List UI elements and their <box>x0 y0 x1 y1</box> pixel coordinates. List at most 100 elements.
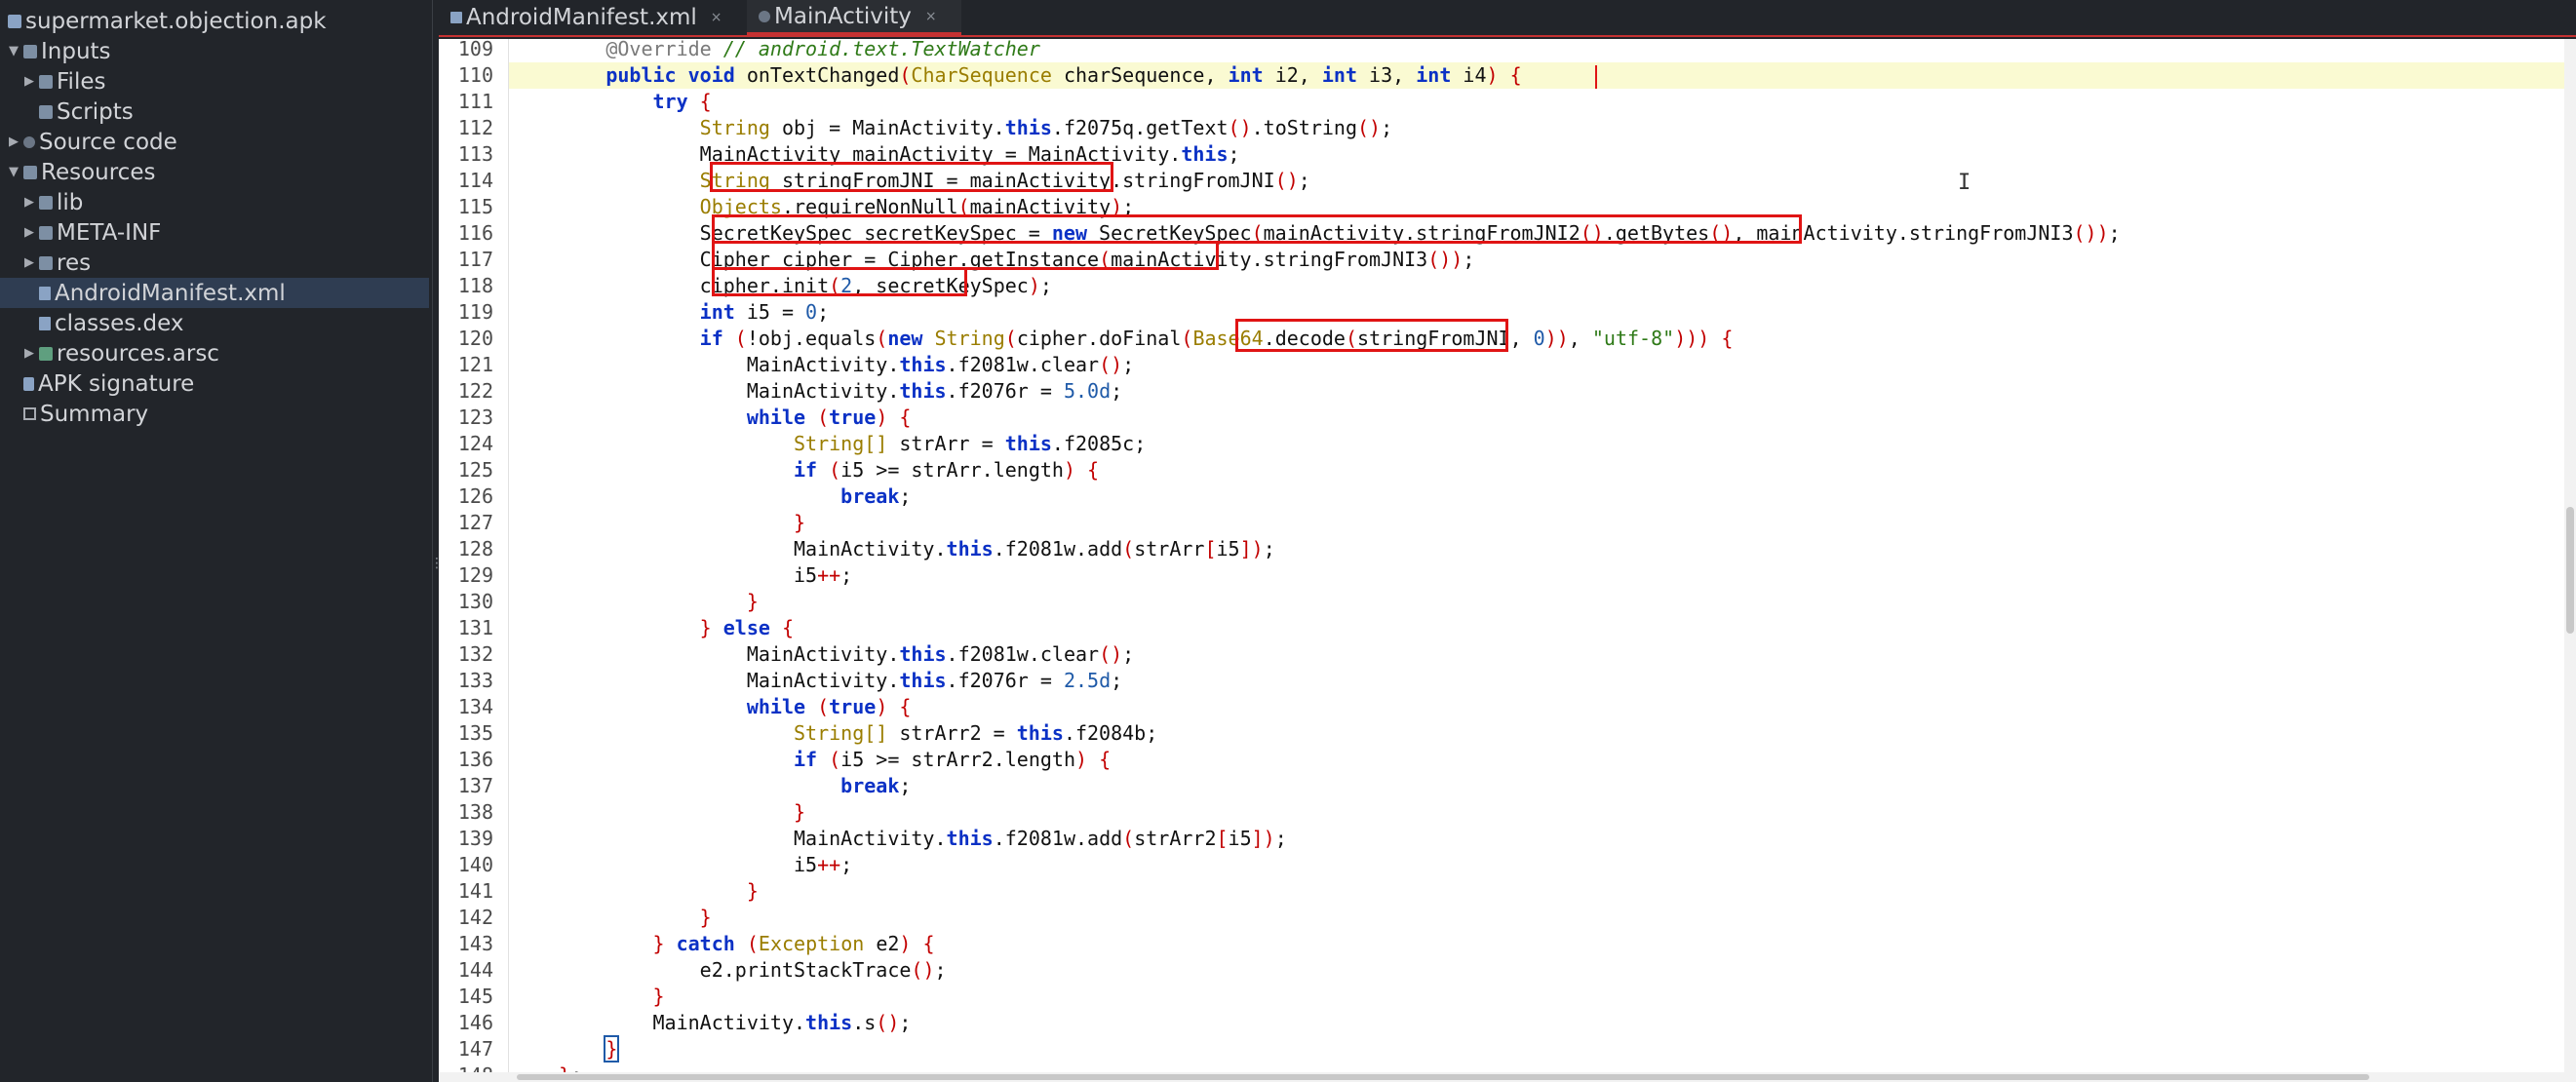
chevron-right-icon[interactable]: ▶ <box>21 195 37 210</box>
code-line[interactable]: @Override // android.text.TextWatcher <box>509 39 1040 62</box>
code-line[interactable]: } else { <box>509 615 794 641</box>
tree-item-apk[interactable]: supermarket.objection.apk <box>6 6 429 36</box>
chevron-right-icon[interactable]: ▶ <box>21 74 37 89</box>
tree-item-android-manifest[interactable]: AndroidManifest.xml <box>0 278 429 308</box>
tree-item-label: Source code <box>39 129 177 155</box>
mouse-ibeam-icon: I <box>1958 171 1971 195</box>
line-number: 123 <box>457 406 493 429</box>
code-line[interactable]: Objects.requireNonNull(mainActivity); <box>509 194 1135 220</box>
line-number: 131 <box>457 616 493 639</box>
code-line[interactable]: if (!obj.equals(new String(cipher.doFina… <box>509 326 1734 352</box>
tree-item-lib[interactable]: ▶ lib <box>21 187 429 217</box>
code-line[interactable]: } <box>509 799 805 826</box>
tab-main-activity[interactable]: MainActivity × <box>747 0 961 35</box>
code-line[interactable]: } <box>509 878 759 905</box>
tree-item-classes-dex[interactable]: classes.dex <box>37 308 429 338</box>
code-line[interactable]: Cipher cipher = Cipher.getInstance(mainA… <box>509 247 1475 273</box>
line-number: 128 <box>457 537 493 560</box>
line-number: 136 <box>457 748 493 771</box>
code-editor[interactable]: 109 110 111 112 113 114 115 116 117 118 119 120 121 1… <box>439 39 2576 1082</box>
code-line[interactable]: break; <box>509 773 911 799</box>
folder-icon <box>23 165 37 179</box>
line-number: 116 <box>457 221 493 245</box>
code-line[interactable]: } <box>509 905 712 931</box>
tab-label: AndroidManifest.xml <box>466 5 697 30</box>
apk-icon <box>8 14 21 28</box>
folder-icon <box>39 255 53 270</box>
chevron-right-icon[interactable]: ▶ <box>21 225 37 240</box>
line-number: 122 <box>457 379 493 403</box>
line-number: 111 <box>457 90 493 113</box>
code-line[interactable]: cipher.init(2, secretKeySpec); <box>509 273 1052 299</box>
code-line[interactable]: String obj = MainActivity.this.f2075q.ge… <box>509 115 1392 141</box>
code-line[interactable]: MainActivity mainActivity = MainActivity… <box>509 141 1240 168</box>
close-icon[interactable]: × <box>925 9 937 24</box>
code-line[interactable]: while (true) { <box>509 405 912 431</box>
code-line[interactable]: } <box>509 589 759 615</box>
code-line[interactable]: MainActivity.this.f2081w.add(strArr[i5])… <box>509 536 1275 562</box>
chevron-down-icon[interactable]: ▼ <box>6 44 21 58</box>
code-line[interactable]: if (i5 >= strArr2.length) { <box>509 747 1111 773</box>
tree-item-label: APK signature <box>38 370 195 397</box>
code-line[interactable]: MainActivity.this.f2076r = 5.0d; <box>509 378 1122 405</box>
code-line[interactable]: int i5 = 0; <box>509 299 829 326</box>
splitter-handle-icon[interactable]: ⋮ <box>430 556 444 571</box>
code-line[interactable]: i5++; <box>509 562 852 589</box>
chevron-down-icon[interactable]: ▼ <box>6 165 21 179</box>
line-number: 138 <box>457 800 493 824</box>
line-number: 142 <box>457 906 493 929</box>
code-line[interactable]: while (true) { <box>509 694 912 720</box>
vertical-scrollbar[interactable] <box>2564 39 2576 1072</box>
tree-item-meta-inf[interactable]: ▶ META-INF <box>21 217 429 248</box>
code-line[interactable]: } catch (Exception e2) { <box>509 931 935 957</box>
code-line[interactable]: } <box>509 984 665 1010</box>
chevron-right-icon[interactable]: ▶ <box>21 346 37 361</box>
tree-item-files[interactable]: ▶ Files <box>21 66 429 97</box>
code-line[interactable]: } <box>509 1035 620 1063</box>
code-line[interactable]: SecretKeySpec secretKeySpec = new Secret… <box>509 220 2121 247</box>
code-line[interactable]: String[] strArr = this.f2085c; <box>509 431 1146 457</box>
folder-icon <box>39 104 53 119</box>
code-line[interactable]: MainActivity.this.f2081w.clear(); <box>509 352 1134 378</box>
tree-item-scripts[interactable]: Scripts <box>37 97 429 127</box>
tree-item-apk-signature[interactable]: APK signature <box>21 368 429 399</box>
tree-item-label: Resources <box>41 159 156 185</box>
line-number: 115 <box>457 195 493 218</box>
tree-item-label: supermarket.objection.apk <box>25 8 327 34</box>
chevron-right-icon[interactable]: ▶ <box>6 135 21 149</box>
code-line[interactable]: MainActivity.this.s(); <box>509 1010 911 1036</box>
code-line[interactable]: MainActivity.this.f2076r = 2.5d; <box>509 668 1122 694</box>
close-icon[interactable]: × <box>711 10 722 25</box>
tab-android-manifest[interactable]: AndroidManifest.xml × <box>439 0 741 35</box>
horizontal-scrollbar[interactable] <box>439 1072 2576 1082</box>
code-line[interactable]: e2.printStackTrace(); <box>509 957 947 984</box>
code-line[interactable]: String[] strArr2 = this.f2084b; <box>509 720 1157 747</box>
chevron-right-icon[interactable]: ▶ <box>21 255 37 270</box>
code-line-current[interactable]: public void onTextChanged(CharSequence c… <box>509 62 2576 89</box>
tree-item-label: AndroidManifest.xml <box>55 280 286 306</box>
line-number: 145 <box>457 985 493 1008</box>
tree-item-source-code[interactable]: ▶ Source code <box>6 127 429 157</box>
code-line[interactable]: MainActivity.this.f2081w.add(strArr2[i5]… <box>509 826 1287 852</box>
tree-item-label: Summary <box>40 401 149 427</box>
code-line[interactable]: try { <box>509 89 712 115</box>
line-number: 109 <box>457 39 493 60</box>
tree-item-resources[interactable]: ▼ Resources <box>6 157 429 187</box>
code-line[interactable]: i5++; <box>509 852 852 878</box>
code-line[interactable]: String stringFromJNI = mainActivity.stri… <box>509 168 1310 194</box>
line-number: 118 <box>457 274 493 297</box>
tree-item-res[interactable]: ▶ res <box>21 248 429 278</box>
code-line[interactable]: } <box>509 510 805 536</box>
folder-icon <box>39 74 53 89</box>
code-line[interactable]: MainActivity.this.f2081w.clear(); <box>509 641 1134 668</box>
tree-item-inputs[interactable]: ▼ Inputs <box>6 36 429 66</box>
tree-item-resources-arsc[interactable]: ▶ resources.arsc <box>21 338 429 368</box>
scrollbar-thumb[interactable] <box>2566 507 2574 634</box>
line-number: 124 <box>457 432 493 455</box>
line-number: 117 <box>457 248 493 271</box>
tree-item-summary[interactable]: Summary <box>21 399 429 429</box>
code-line[interactable]: if (i5 >= strArr.length) { <box>509 457 1099 483</box>
tree-item-label: lib <box>57 189 84 215</box>
code-line[interactable]: break; <box>509 483 911 510</box>
scrollbar-thumb[interactable] <box>517 1074 2369 1080</box>
